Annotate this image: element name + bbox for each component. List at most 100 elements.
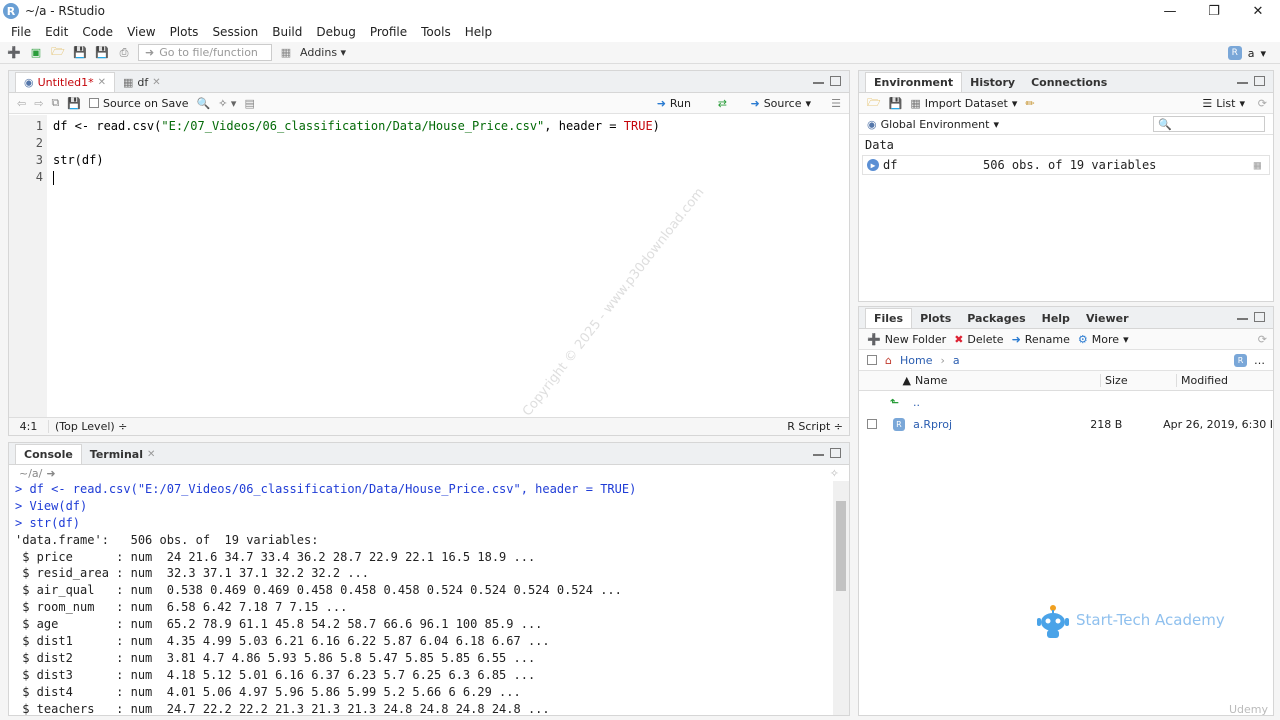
project-menu[interactable]: R a ▾ [1227,46,1266,60]
go-to-file-input[interactable]: ➜ Go to file/function [138,44,272,61]
show-in-window-icon[interactable]: ⧉ [51,96,59,110]
menu-debug[interactable]: Debug [309,25,362,39]
maximize-pane-icon[interactable] [1254,76,1265,86]
maximize-pane-icon[interactable] [1254,312,1265,322]
console-output[interactable]: > df <- read.csv("E:/07_Videos/06_classi… [9,481,833,715]
menu-session[interactable]: Session [205,25,265,39]
menu-build[interactable]: Build [265,25,309,39]
run-button[interactable]: ➜ Run [657,97,691,110]
more-button[interactable]: ⚙ More ▾ [1078,333,1129,346]
save-icon[interactable]: 💾 [72,45,88,61]
addins-button[interactable]: Addins ▾ [300,46,346,59]
save-workspace-icon[interactable]: 💾 [889,97,903,110]
menu-tools[interactable]: Tools [414,25,458,39]
file-row[interactable]: R a.Rproj 218 B Apr 26, 2019, 6:30 I [859,413,1273,435]
broom-icon[interactable]: ✏ [1025,97,1034,110]
view-table-icon[interactable]: ▦ [1254,158,1261,172]
select-all-checkbox[interactable] [867,355,877,365]
delete-button[interactable]: ✖ Delete [954,333,1003,346]
tab-packages[interactable]: Packages [959,308,1033,328]
save-all-icon[interactable]: 💾 [94,45,110,61]
source-button[interactable]: ➜ Source ▾ [750,97,811,110]
refresh-icon[interactable]: ⟳ [1258,97,1267,110]
tab-environment[interactable]: Environment [865,72,963,92]
source-on-save-checkbox[interactable]: Source on Save [89,97,188,110]
minimize-pane-icon[interactable] [1237,76,1248,84]
tab-console[interactable]: Console [15,444,82,464]
go-to-directory-icon[interactable]: ➜ [46,467,55,480]
document-outline-icon[interactable]: ☰ [831,97,841,110]
project-icon[interactable]: R [1234,353,1247,367]
environment-search-input[interactable]: 🔍 [1153,116,1265,132]
console-scrollbar[interactable] [833,481,849,715]
import-dataset-button[interactable]: ▦ Import Dataset ▾ [910,97,1017,110]
tab-df[interactable]: ▦ df ✕ [115,72,169,92]
new-file-icon[interactable]: ➕ [6,45,22,61]
breadcrumb-dir[interactable]: a [953,354,960,367]
clear-console-icon[interactable]: ✧ [830,467,839,480]
print-icon[interactable]: ⎙ [116,45,132,61]
tab-files[interactable]: Files [865,308,913,328]
new-project-icon[interactable]: ▣ [28,45,44,61]
tab-connections[interactable]: Connections [1023,72,1115,92]
back-arrow-icon[interactable]: ⇦ [17,97,26,110]
new-folder-button[interactable]: ➕ New Folder [867,333,946,346]
file-name[interactable]: a.Rproj [905,418,1086,431]
tab-viewer[interactable]: Viewer [1078,308,1137,328]
menu-view[interactable]: View [120,25,162,39]
global-environment-dropdown[interactable]: ◉ Global Environment ▾ [867,118,999,131]
rename-button[interactable]: ➜ Rename [1012,333,1070,346]
magic-wand-icon[interactable]: ✧ ▾ [218,97,236,110]
breadcrumb-home[interactable]: Home [900,354,932,367]
more-dots-icon[interactable]: … [1254,354,1265,367]
close-tab-icon[interactable]: ✕ [152,77,160,88]
file-type-selector[interactable]: R Script ÷ [787,420,843,433]
tab-untitled1[interactable]: ◉ Untitled1* ✕ [15,72,116,92]
save-icon[interactable]: 💾 [67,97,81,110]
grid-layout-icon[interactable]: ▦ [278,45,294,61]
file-row-parent[interactable]: ⬑ .. [859,391,1273,413]
close-icon[interactable]: ✕ [1236,0,1280,22]
minimize-pane-icon[interactable] [813,448,824,456]
pane-controls [813,76,841,86]
minimize-pane-icon[interactable] [813,76,824,84]
expand-arrow-icon[interactable]: ▶ [867,159,879,171]
minimize-icon[interactable]: — [1148,0,1192,22]
maximize-pane-icon[interactable] [830,448,841,458]
compile-report-icon[interactable]: ▤ [244,97,254,110]
tab-viewer-label: Viewer [1085,311,1129,325]
tab-help[interactable]: Help [1034,308,1078,328]
scope-selector[interactable]: (Top Level) ÷ [49,420,127,433]
restore-icon[interactable]: ❐ [1192,0,1236,22]
re-run-icon[interactable]: ⇄ [718,97,727,110]
column-size[interactable]: Size [1100,374,1176,387]
tab-terminal[interactable]: Terminal ✕ [82,444,164,464]
parent-directory-link[interactable]: .. [899,396,920,409]
menu-file[interactable]: File [4,25,38,39]
menu-plots[interactable]: Plots [163,25,206,39]
environment-object-row[interactable]: ▶ df 506 obs. of 19 variables ▦ [862,155,1270,175]
close-tab-icon[interactable]: ✕ [98,77,106,88]
menu-profile[interactable]: Profile [363,25,414,39]
refresh-icon[interactable]: ⟳ [1258,333,1267,346]
menu-edit[interactable]: Edit [38,25,75,39]
tab-plots[interactable]: Plots [912,308,959,328]
scrollbar-thumb[interactable] [836,501,846,591]
forward-arrow-icon[interactable]: ⇨ [34,97,43,110]
maximize-pane-icon[interactable] [830,76,841,86]
close-tab-icon[interactable]: ✕ [147,449,155,460]
load-workspace-icon[interactable]: 🗁 [867,94,881,113]
files-table-header: ▲ Name Size Modified [859,371,1273,391]
code-editor[interactable]: 1 2 3 4 df <- read.csv("E:/07_Videos/06_… [9,115,849,417]
column-name[interactable]: Name [915,374,1100,387]
menu-help[interactable]: Help [458,25,499,39]
search-icon[interactable]: 🔍 [196,97,210,110]
minimize-pane-icon[interactable] [1237,312,1248,320]
column-modified[interactable]: Modified [1176,374,1228,387]
view-mode-dropdown[interactable]: ☰ List ▾ [1202,97,1245,110]
menu-code[interactable]: Code [75,25,120,39]
file-checkbox[interactable] [867,419,877,429]
open-file-icon[interactable]: 🗁 [50,45,66,61]
tab-history[interactable]: History [962,72,1023,92]
